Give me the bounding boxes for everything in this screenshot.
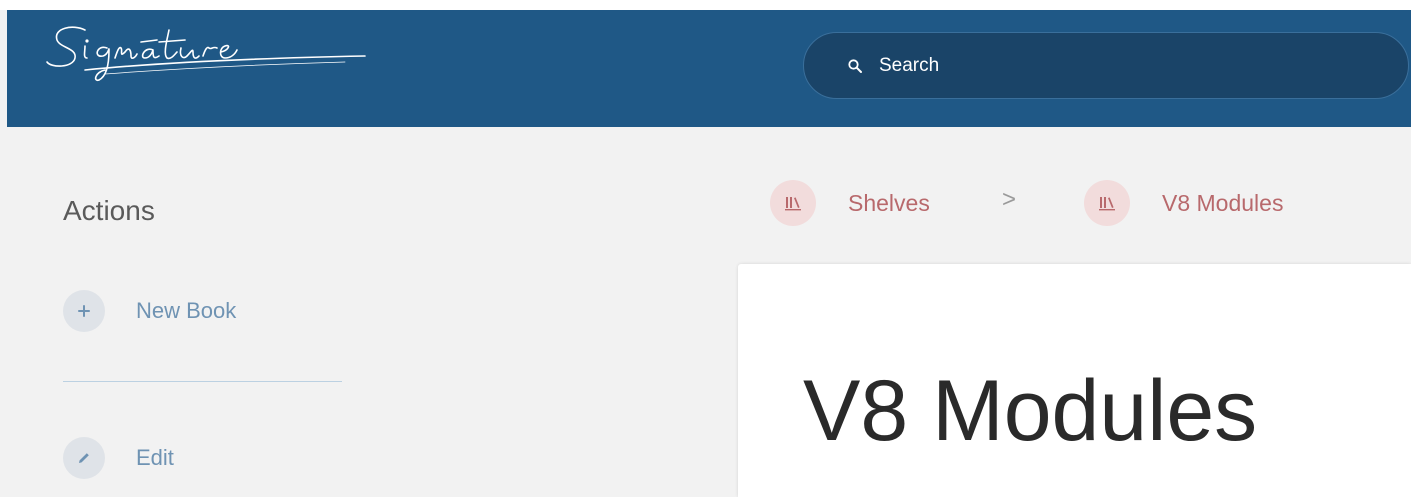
content-card: V8 Modules [738, 264, 1411, 497]
page-title: V8 Modules [803, 363, 1258, 459]
edit-label: Edit [136, 445, 174, 470]
bookshelf-icon [1084, 180, 1130, 226]
search-icon [847, 58, 863, 74]
breadcrumb-label-v8-modules: V8 Modules [1162, 189, 1284, 216]
sidebar-divider [63, 381, 342, 382]
signature-logo[interactable] [45, 16, 375, 86]
search-bar[interactable] [803, 32, 1409, 99]
breadcrumb-item-shelves[interactable]: Shelves [770, 180, 930, 226]
search-input[interactable] [877, 44, 1408, 87]
breadcrumb-separator: > [1002, 186, 1017, 213]
edit-action[interactable]: Edit [63, 437, 174, 479]
top-header [7, 10, 1411, 127]
app-root: Actions New Book Edit Shelve [0, 10, 1411, 497]
breadcrumb-label-shelves: Shelves [848, 189, 930, 216]
actions-heading: Actions [63, 195, 155, 226]
new-book-label: New Book [136, 298, 237, 323]
pencil-icon [63, 437, 105, 479]
breadcrumb-item-v8-modules[interactable]: V8 Modules [1084, 180, 1283, 226]
plus-icon [63, 290, 105, 332]
new-book-action[interactable]: New Book [63, 290, 236, 332]
bookshelf-icon [770, 180, 816, 226]
